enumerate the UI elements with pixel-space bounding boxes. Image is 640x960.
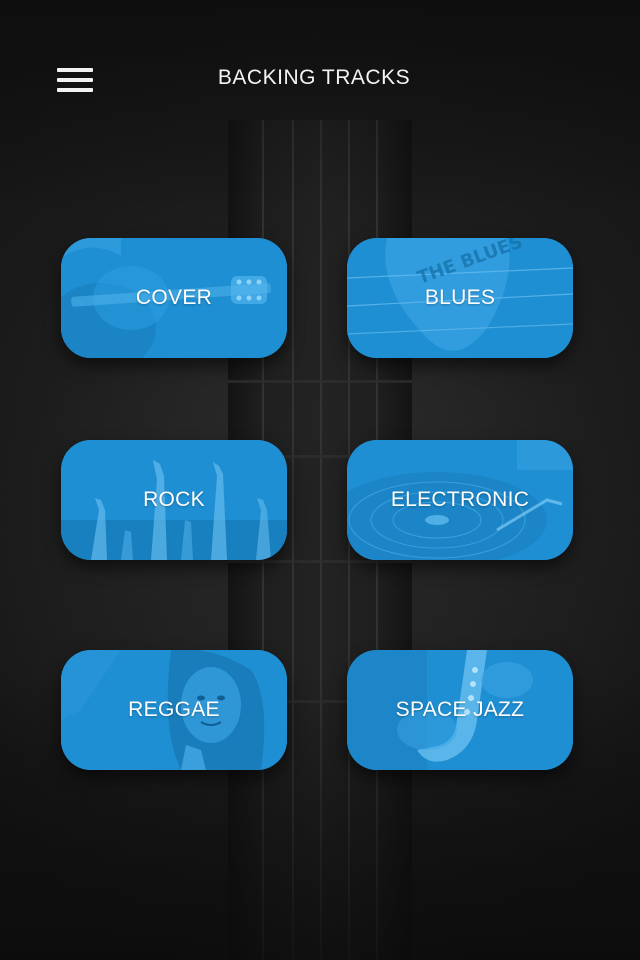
genre-tile-reggae[interactable]: REGGAE — [61, 650, 287, 770]
page-title: BACKING TRACKS — [217, 66, 411, 89]
genre-label-space-jazz: SPACE JAZZ — [395, 698, 525, 721]
genre-label-rock: ROCK — [143, 488, 205, 511]
genre-tile-electronic[interactable]: ELECTRONIC — [347, 440, 573, 560]
genre-tile-rock[interactable]: ROCK — [61, 440, 287, 560]
genre-label-cover: COVER — [135, 286, 213, 309]
genre-label-electronic: ELECTRONIC — [390, 488, 530, 511]
genre-tile-blues[interactable]: THE BLUES BLUES — [347, 238, 573, 358]
genre-tile-cover[interactable]: COVER — [61, 238, 287, 358]
app-header: BACKING TRACKS — [0, 0, 640, 160]
genre-label-blues: BLUES — [424, 286, 496, 309]
genre-tile-space-jazz[interactable]: SPACE JAZZ — [347, 650, 573, 770]
genre-label-reggae: REGGAE — [128, 698, 220, 721]
